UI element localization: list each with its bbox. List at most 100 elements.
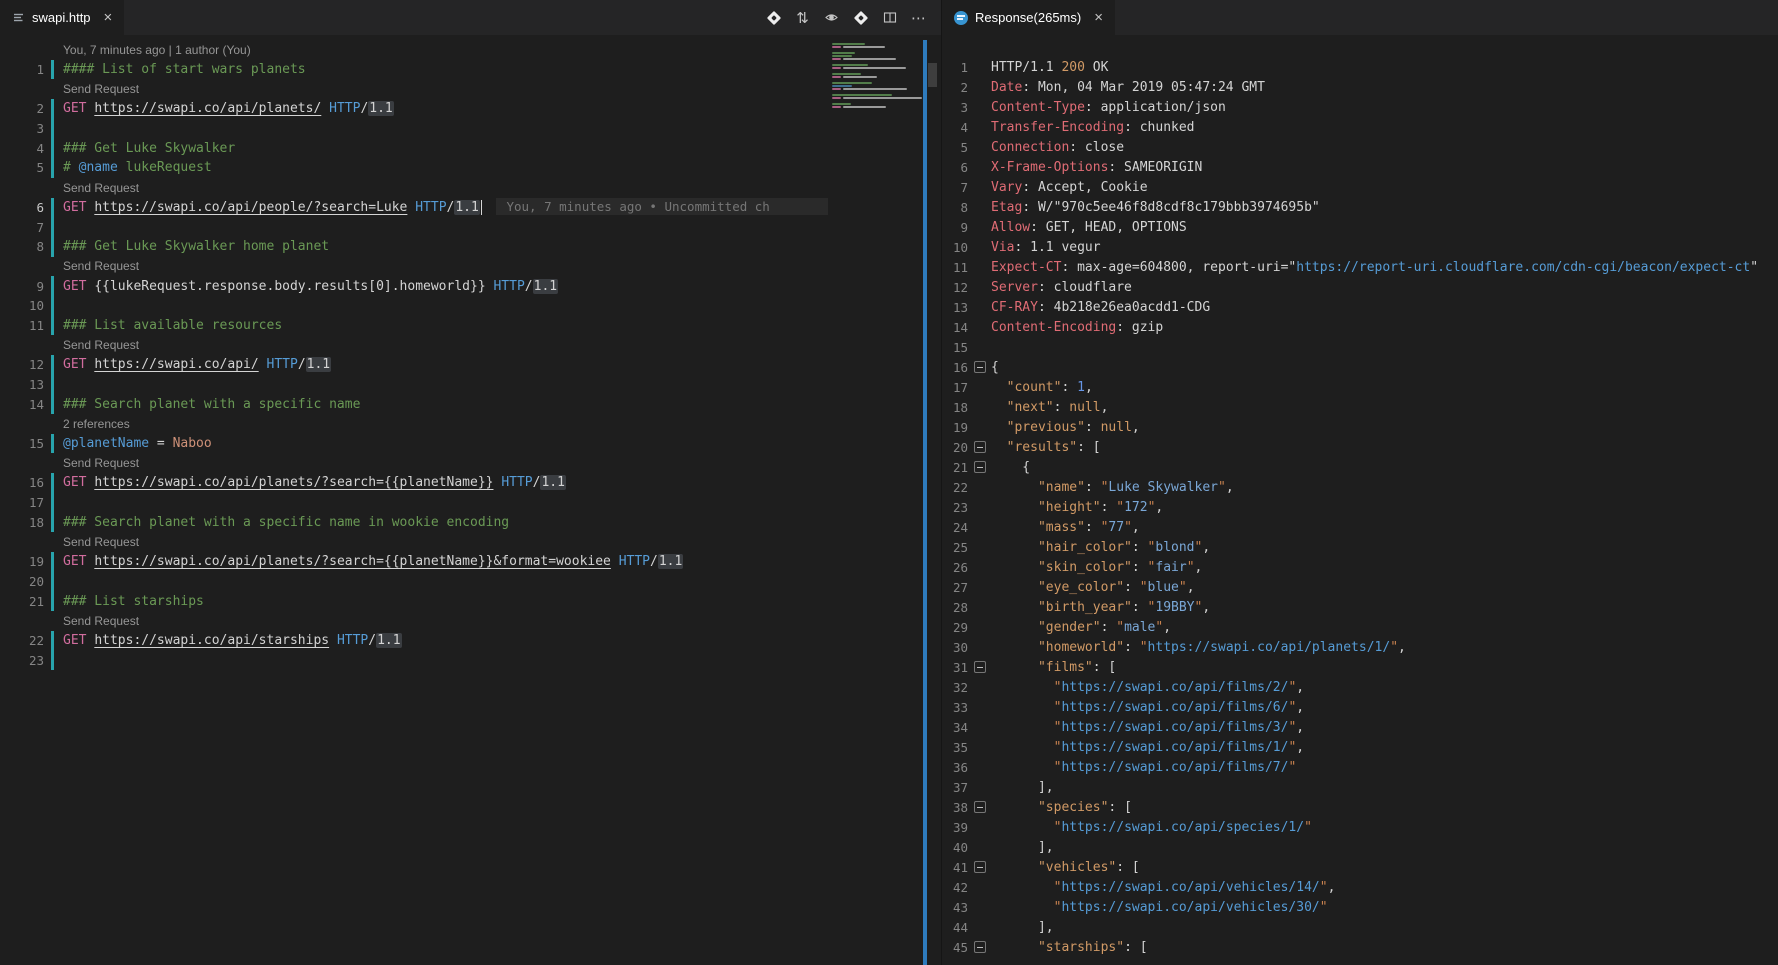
line-number: 33 xyxy=(942,700,968,715)
code-token: : xyxy=(1124,640,1140,655)
more-actions-icon[interactable]: ⋯ xyxy=(904,0,933,35)
line-text: Server: cloudflare xyxy=(991,280,1132,295)
response-line: 15 xyxy=(942,337,1778,357)
line-number: 29 xyxy=(942,620,968,635)
gitlens-annotations-icon[interactable] xyxy=(846,0,875,35)
code-token: HTTP xyxy=(501,475,532,490)
codelens-link[interactable]: Send Request xyxy=(63,456,139,470)
line-text: "https://swapi.co/api/vehicles/14/", xyxy=(991,880,1335,895)
fold-collapse-icon[interactable] xyxy=(974,861,986,873)
codelens-link[interactable]: Send Request xyxy=(63,614,139,628)
fold-collapse-icon[interactable] xyxy=(974,441,986,453)
code-token: , xyxy=(1085,380,1093,395)
code-token: Expect-CT xyxy=(991,260,1061,275)
code-token: : xyxy=(1101,500,1117,515)
close-icon[interactable]: × xyxy=(1094,10,1103,25)
tab-swapi-http[interactable]: swapi.http × xyxy=(0,0,124,35)
line-text: Etag: W/"970c5ee46f8d8cdf8c179bbb3974695… xyxy=(991,200,1320,215)
line-number: 24 xyxy=(942,520,968,535)
fold-collapse-icon[interactable] xyxy=(974,801,986,813)
toggle-blame-eye-icon[interactable] xyxy=(817,0,846,35)
code-token: https://report-uri.cloudflare.com/cdn-cg… xyxy=(1296,260,1750,275)
line-text: "https://swapi.co/api/films/2/", xyxy=(991,680,1304,695)
code-token: : xyxy=(1132,560,1148,575)
gitlens-icon[interactable] xyxy=(759,0,788,35)
code-token: ], xyxy=(991,840,1054,855)
code-token xyxy=(991,620,1038,635)
code-token: , xyxy=(1296,720,1304,735)
fold-collapse-icon[interactable] xyxy=(974,361,986,373)
left-tab-bar: swapi.http × ⇅ ⋯ xyxy=(0,0,941,35)
minimap[interactable] xyxy=(828,40,923,965)
scrollbar-thumb[interactable] xyxy=(928,63,937,87)
codelens-link[interactable]: 2 references xyxy=(63,417,130,431)
split-editor-icon[interactable] xyxy=(875,0,904,35)
code-token: ### List available resources xyxy=(63,318,282,333)
fold-gutter xyxy=(974,561,986,573)
response-line: 31 "films": [ xyxy=(942,657,1778,677)
minimap-line xyxy=(843,76,877,78)
codelens-link[interactable]: You, 7 minutes ago | 1 author (You) xyxy=(63,43,251,57)
left-editor-group: swapi.http × ⇅ ⋯ xyxy=(0,0,941,965)
line-number: 18 xyxy=(942,400,968,415)
line-number: 20 xyxy=(0,574,44,589)
line-number: 21 xyxy=(0,594,44,609)
request-url-link[interactable]: https://swapi.co/api/planets/ xyxy=(94,101,321,116)
line-text: "vehicles": [ xyxy=(991,860,1140,875)
request-url-link[interactable]: https://swapi.co/api/people/?search=Luke xyxy=(94,200,407,215)
git-gutter-indicator xyxy=(51,572,54,592)
git-gutter-indicator xyxy=(51,434,54,454)
code-token: : xyxy=(1132,600,1148,615)
code-token: : SAMEORIGIN xyxy=(1108,160,1202,175)
open-changes-icon[interactable]: ⇅ xyxy=(788,0,817,35)
line-number: 15 xyxy=(0,436,44,451)
line-number: 13 xyxy=(942,300,968,315)
fold-collapse-icon[interactable] xyxy=(974,461,986,473)
request-url-link[interactable]: https://swapi.co/api/starships xyxy=(94,633,329,648)
code-token: { xyxy=(991,460,1030,475)
request-url-link[interactable]: https://swapi.co/api/planets/?search={{p… xyxy=(94,554,611,569)
fold-collapse-icon[interactable] xyxy=(974,661,986,673)
code-line: 5# @name lukeRequest xyxy=(0,158,828,178)
code-token: HTTP xyxy=(493,279,524,294)
codelens-link[interactable]: Send Request xyxy=(63,338,139,352)
response-icon xyxy=(954,11,968,25)
fold-gutter xyxy=(974,641,986,653)
code-token: ### Search planet with a specific name i… xyxy=(63,515,509,530)
line-number: 12 xyxy=(0,357,44,372)
line-number: 2 xyxy=(942,80,968,95)
response-line: 40 ], xyxy=(942,837,1778,857)
line-number: 21 xyxy=(942,460,968,475)
fold-gutter xyxy=(974,241,986,253)
code-token: " xyxy=(1288,760,1296,775)
line-text: "birth_year": "19BBY", xyxy=(991,600,1210,615)
response-line: 7Vary: Accept, Cookie xyxy=(942,177,1778,197)
fold-gutter xyxy=(974,841,986,853)
minimap-line xyxy=(843,67,906,69)
response-line: 1HTTP/1.1 200 OK xyxy=(942,57,1778,77)
code-line: 21### List starships xyxy=(0,591,828,611)
codelens-link[interactable]: Send Request xyxy=(63,259,139,273)
request-url-link[interactable]: https://swapi.co/api/ xyxy=(94,357,258,372)
code-token: "skin_color" xyxy=(1038,560,1132,575)
response-line: 38 "species": [ xyxy=(942,797,1778,817)
fold-collapse-icon[interactable] xyxy=(974,941,986,953)
line-text: GET https://swapi.co/api/ HTTP/1.1 xyxy=(63,357,331,372)
codelens-link[interactable]: Send Request xyxy=(63,181,139,195)
line-text: @planetName = Naboo xyxy=(63,436,212,451)
code-token: , xyxy=(1296,740,1304,755)
code-token xyxy=(991,480,1038,495)
line-number: 10 xyxy=(942,240,968,255)
fold-gutter xyxy=(974,321,986,333)
codelens-link[interactable]: Send Request xyxy=(63,535,139,549)
code-token: ], xyxy=(991,780,1054,795)
request-url-link[interactable]: https://swapi.co/api/planets/?search={{p… xyxy=(94,475,493,490)
close-icon[interactable]: × xyxy=(104,10,113,25)
line-number: 23 xyxy=(942,500,968,515)
line-text: Content-Type: application/json xyxy=(991,100,1226,115)
codelens-row: Send Request xyxy=(0,335,828,355)
codelens-link[interactable]: Send Request xyxy=(63,82,139,96)
code-token: / xyxy=(650,554,658,569)
response-line: 17 "count": 1, xyxy=(942,377,1778,397)
tab-response[interactable]: Response(265ms) × xyxy=(942,0,1115,35)
